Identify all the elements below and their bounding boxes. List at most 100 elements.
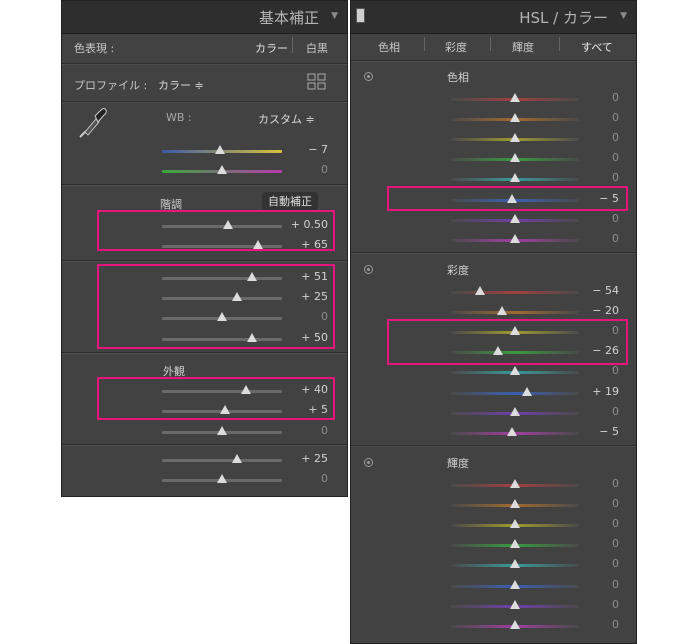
slider-value[interactable]: + 25 bbox=[288, 452, 328, 465]
profile-browser-grid-icon[interactable] bbox=[307, 73, 327, 94]
hsl-slider-thumb[interactable] bbox=[510, 539, 520, 548]
divider bbox=[62, 444, 347, 446]
hsl-slider-thumb[interactable] bbox=[510, 133, 520, 142]
target-adjust-icon[interactable] bbox=[364, 265, 373, 274]
hsl-slider-thumb[interactable] bbox=[510, 479, 520, 488]
hsl-section-label: 輝度 bbox=[447, 457, 469, 470]
hsl-slider-thumb[interactable] bbox=[510, 113, 520, 122]
hsl-slider-value[interactable]: 0 bbox=[579, 171, 619, 184]
hsl-slider-value[interactable]: 0 bbox=[579, 477, 619, 490]
hsl-slider-thumb[interactable] bbox=[510, 499, 520, 508]
tab-luminance[interactable]: 輝度 bbox=[512, 39, 534, 55]
tab-hue[interactable]: 色相 bbox=[378, 39, 400, 55]
hsl-slider-value[interactable]: 0 bbox=[579, 212, 619, 225]
hsl-slider-value[interactable]: 0 bbox=[579, 598, 619, 611]
divider bbox=[62, 101, 347, 103]
tab-all[interactable]: すべて bbox=[581, 39, 613, 55]
hsl-slider-value[interactable]: − 54 bbox=[579, 284, 619, 297]
hsl-slider-thumb[interactable] bbox=[510, 153, 520, 162]
treatment-color-option[interactable]: カラー bbox=[255, 40, 288, 56]
basic-panel-header[interactable]: 基本補正 ▼ bbox=[62, 1, 347, 34]
hsl-slider-value[interactable]: 0 bbox=[579, 91, 619, 104]
slider-thumb[interactable] bbox=[215, 145, 225, 154]
slider-thumb[interactable] bbox=[232, 454, 242, 463]
hsl-slider-thumb[interactable] bbox=[510, 600, 520, 609]
hsl-slider-value[interactable]: 0 bbox=[579, 405, 619, 418]
highlight-box-sat-yellow-green bbox=[387, 319, 628, 365]
tab-divider bbox=[559, 37, 560, 51]
hsl-slider-value[interactable]: 0 bbox=[579, 232, 619, 245]
slider-thumb[interactable] bbox=[217, 165, 227, 174]
auto-tone-button[interactable]: 自動補正 bbox=[262, 192, 318, 210]
hsl-slider-thumb[interactable] bbox=[475, 286, 485, 295]
basic-panel-title: 基本補正 bbox=[258, 9, 319, 27]
hsl-slider-value[interactable]: − 20 bbox=[579, 304, 619, 317]
divider bbox=[351, 445, 636, 447]
hsl-slider-thumb[interactable] bbox=[510, 214, 520, 223]
hsl-slider-value[interactable]: 0 bbox=[579, 497, 619, 510]
divider bbox=[62, 260, 347, 262]
divider bbox=[351, 252, 636, 254]
highlight-box-texture-clarity bbox=[97, 377, 335, 420]
treatment-label: 色表現 : bbox=[74, 42, 115, 55]
tab-divider bbox=[490, 37, 491, 51]
tab-divider bbox=[424, 37, 425, 51]
hsl-slider-value[interactable]: 0 bbox=[579, 618, 619, 631]
hsl-panel-header[interactable]: HSL / カラー ▼ bbox=[351, 1, 636, 34]
slider-thumb[interactable] bbox=[217, 474, 227, 483]
hsl-slider-track[interactable] bbox=[451, 311, 579, 314]
panel-switch-icon[interactable] bbox=[356, 8, 365, 23]
slider-value[interactable]: 0 bbox=[288, 163, 328, 176]
divider bbox=[62, 352, 347, 354]
hsl-slider-thumb[interactable] bbox=[510, 93, 520, 102]
hsl-slider-thumb[interactable] bbox=[510, 366, 520, 375]
hsl-slider-value[interactable]: 0 bbox=[579, 557, 619, 570]
hsl-slider-value[interactable]: 0 bbox=[579, 517, 619, 530]
hsl-slider-track[interactable] bbox=[451, 291, 579, 294]
eyedropper-icon[interactable] bbox=[76, 105, 108, 142]
hsl-slider-thumb[interactable] bbox=[510, 519, 520, 528]
hsl-slider-thumb[interactable] bbox=[510, 559, 520, 568]
hsl-slider-value[interactable]: 0 bbox=[579, 537, 619, 550]
hsl-slider-thumb[interactable] bbox=[510, 580, 520, 589]
collapse-triangle-icon[interactable]: ▼ bbox=[331, 11, 338, 21]
hsl-section-label: 彩度 bbox=[447, 264, 469, 277]
hsl-slider-thumb[interactable] bbox=[507, 427, 517, 436]
divider bbox=[62, 63, 347, 65]
hsl-panel: HSL / カラー ▼ 色相 彩度 輝度 すべて 色相レッド0オレンジ0イエロー… bbox=[350, 0, 637, 644]
slider-value[interactable]: 0 bbox=[288, 424, 328, 437]
treatment-divider bbox=[292, 37, 293, 53]
hsl-slider-value[interactable]: 0 bbox=[579, 364, 619, 377]
hsl-slider-value[interactable]: 0 bbox=[579, 131, 619, 144]
hsl-slider-thumb[interactable] bbox=[510, 620, 520, 629]
target-adjust-icon[interactable] bbox=[364, 72, 373, 81]
profile-label: プロファイル : bbox=[74, 79, 148, 92]
slider-value[interactable]: 0 bbox=[288, 472, 328, 485]
hsl-slider-value[interactable]: + 19 bbox=[579, 385, 619, 398]
divider bbox=[351, 60, 636, 62]
wb-select[interactable]: カスタム ≑ bbox=[258, 111, 315, 127]
slider-value[interactable]: − 7 bbox=[288, 143, 328, 156]
divider bbox=[62, 184, 347, 186]
hsl-slider-value[interactable]: 0 bbox=[579, 151, 619, 164]
target-adjust-icon[interactable] bbox=[364, 458, 373, 467]
hsl-slider-thumb[interactable] bbox=[510, 173, 520, 182]
hsl-slider-thumb[interactable] bbox=[497, 306, 507, 315]
slider-track[interactable] bbox=[162, 459, 282, 462]
hsl-slider-track[interactable] bbox=[451, 392, 579, 395]
hsl-slider-value[interactable]: 0 bbox=[579, 111, 619, 124]
hsl-slider-value[interactable]: − 5 bbox=[579, 425, 619, 438]
basic-panel: 基本補正 ▼ 色表現 : カラー 白黒 プロファイル : カラー ≑ WB : … bbox=[61, 0, 348, 497]
highlight-box-exposure-contrast bbox=[97, 210, 335, 251]
hsl-slider-thumb[interactable] bbox=[510, 407, 520, 416]
hsl-slider-value[interactable]: 0 bbox=[579, 578, 619, 591]
profile-select[interactable]: カラー ≑ bbox=[158, 77, 204, 93]
hsl-section-label: 色相 bbox=[447, 71, 469, 84]
hsl-slider-thumb[interactable] bbox=[510, 234, 520, 243]
hsl-slider-thumb[interactable] bbox=[522, 387, 532, 396]
collapse-triangle-icon[interactable]: ▼ bbox=[620, 11, 627, 21]
treatment-bw-option[interactable]: 白黒 bbox=[306, 40, 328, 56]
slider-thumb[interactable] bbox=[217, 426, 227, 435]
tab-saturation[interactable]: 彩度 bbox=[445, 39, 467, 55]
wb-label: WB : bbox=[166, 111, 192, 124]
